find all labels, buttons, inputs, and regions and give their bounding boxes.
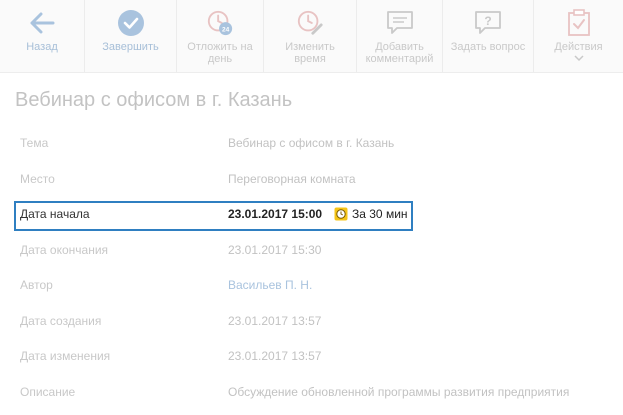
complete-label: Завершить [102,41,159,53]
postpone-label: Отложить на день [187,41,253,65]
field-value: 23.01.2017 15:30 [228,242,322,257]
complete-button[interactable]: Завершить [85,0,177,72]
field-row-modified: Дата изменения 23.01.2017 13:57 [0,338,623,374]
svg-text:?: ? [484,14,491,28]
field-label: Описание [20,384,76,399]
field-label: Дата начала [20,207,90,221]
field-value: Переговорная комната [228,171,356,186]
reminder-clock-icon [334,207,348,221]
check-circle-icon [117,9,145,37]
change-time-button[interactable]: Изменить время [264,0,357,72]
back-button[interactable]: Назад [0,0,85,72]
clock-edit-icon [296,9,324,37]
field-row-topic: Тема Вебинар с офисом в г. Казань [0,125,623,161]
clock-postpone-icon: 24 [206,9,234,37]
clipboard-check-icon [565,9,593,37]
field-value: Обсуждение обновленной программы развити… [228,384,570,399]
field-row-start-date: Дата начала 23.01.2017 15:00 [0,196,623,232]
ask-question-button[interactable]: ? Задать вопрос [443,0,534,72]
postpone-day-button[interactable]: 24 Отложить на день [177,0,264,72]
page-title: Вебинар с офисом в г. Казань [15,89,293,111]
field-label: Дата окончания [20,242,109,257]
event-fields: Тема Вебинар с офисом в г. Казань Место … [0,125,623,409]
start-date-value: 23.01.2017 15:00 [228,207,323,221]
comment-icon [386,9,414,37]
field-value: 23.01.2017 13:57 [228,313,322,328]
field-label: Тема [20,136,49,150]
back-label: Назад [26,41,58,53]
toolbar: Назад Завершить 24 Отложить на день Изме… [0,0,623,73]
change-time-label: Изменить время [285,41,335,65]
field-value: 23.01.2017 13:57 [228,349,322,363]
ask-question-label: Задать вопрос [450,41,526,53]
field-value: Вебинар с офисом в г. Казань [228,136,395,150]
reminder[interactable]: За 30 мин [334,207,408,221]
field-label: Автор [20,278,53,292]
question-bubble-icon: ? [474,9,502,37]
actions-menu-button[interactable]: Действия [534,0,623,72]
postpone-badge: 24 [222,26,230,33]
chevron-down-icon [573,55,584,62]
field-row-created: Дата создания 23.01.2017 13:57 [0,303,623,339]
reminder-text: За 30 мин [352,207,408,221]
actions-label: Действия [554,41,603,53]
field-row-end-date: Дата окончания 23.01.2017 15:30 [0,232,623,268]
arrow-left-icon [28,9,56,37]
field-row-author: Автор Васильев П. Н. [0,267,623,303]
field-row-location: Место Переговорная комната [0,161,623,197]
field-label: Дата создания [20,313,102,328]
field-label: Дата изменения [20,349,111,363]
field-row-description: Описание Обсуждение обновленной программ… [0,374,623,410]
field-label: Место [20,171,55,186]
author-link[interactable]: Васильев П. Н. [228,278,312,292]
add-comment-label: Добавить комментарий [365,41,434,65]
event-details-page: Назад Завершить 24 Отложить на день Изме… [0,0,623,415]
add-comment-button[interactable]: Добавить комментарий [357,0,443,72]
